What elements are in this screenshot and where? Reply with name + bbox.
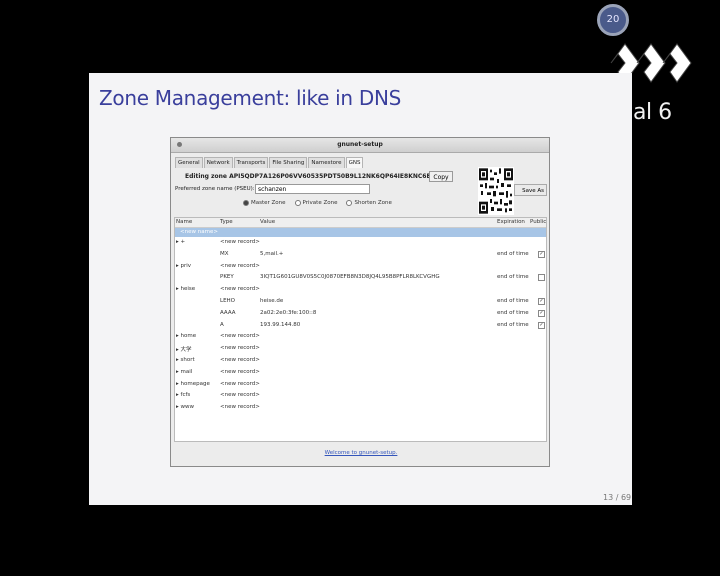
record-type: <new record> [220,286,260,293]
column-header-expiration[interactable]: Expiration [497,219,525,225]
tab-gns[interactable]: GNS [345,157,364,168]
records-table: Name Type Value Expiration Public <new n… [174,217,547,442]
table-row[interactable]: ▸ + <new record> [175,237,546,249]
qr-code-icon [478,167,514,215]
tab-general[interactable]: General [175,157,203,168]
public-checkbox[interactable]: ✓ [538,250,545,258]
table-row[interactable]: A 193.99.144.80 end of time ✓ [175,320,546,332]
column-header-value[interactable]: Value [260,219,275,225]
radio-unselected-icon [346,200,353,206]
public-checkbox[interactable]: ✓ [538,321,545,329]
table-row[interactable]: ▸ homepage <new record> [175,379,546,391]
table-header: Name Type Value Expiration Public [175,218,546,228]
table-row[interactable]: ▸ 大学 <new record> [175,343,546,355]
record-value: 5,mail.+ [260,250,284,257]
record-value: 3IQT1G601GU8V0S5C0J0870EFB8N3D8JQ4L95B8P… [260,274,440,281]
radio-private-zone[interactable]: Private Zone [294,200,338,206]
record-expiration: end of time [497,250,529,257]
record-value: heise.de [260,297,284,304]
window-titlebar: gnunet-setup [171,138,549,153]
record-type: AAAA [220,309,236,316]
table-row[interactable]: ▸ priv <new record> [175,261,546,273]
save-as-button[interactable]: Save As [514,184,547,196]
record-name: ▸ www [176,404,195,411]
radio-shorten-zone[interactable]: Shorten Zone [346,200,392,206]
record-name: ▸ priv [176,262,192,269]
radio-unselected-icon [294,200,301,206]
table-row[interactable]: <new name> [175,228,546,237]
radio-selected-icon [243,200,249,206]
record-name: ▸ heise [176,286,196,293]
record-name: ▸ mail [176,368,193,375]
slide-title: Zone Management: like in DNS [99,86,402,110]
record-type: <new record> [220,356,260,363]
record-name: ▸ fcfs [176,392,191,399]
record-type: A [220,321,224,328]
radio-label: Shorten Zone [354,200,392,206]
record-type: <new record> [220,333,260,340]
record-type: <new record> [220,368,260,375]
table-body: <new name> ▸ + <new record> MX 5,mail.+ end o… [175,228,546,414]
public-checkbox[interactable] [538,274,545,282]
radio-master-zone[interactable]: Master Zone [243,200,286,206]
radio-label: Master Zone [251,200,286,206]
record-type: <new record> [220,262,260,269]
status-link[interactable]: Welcome to gnunet-setup. [171,450,551,456]
pseu-input[interactable]: schanzen [255,184,370,194]
tab-network[interactable]: Network [203,157,233,168]
radio-label: Private Zone [302,200,338,206]
record-type: <new record> [220,239,260,245]
record-type: PKEY [220,274,234,281]
public-checkbox[interactable]: ✓ [538,297,545,305]
record-name: ▸ homepage [176,380,210,387]
tab-namestore[interactable]: Namestore [308,157,345,168]
record-expiration: end of time [497,321,529,328]
record-type: <new record> [220,392,260,399]
record-expiration: end of time [497,297,529,304]
public-checkbox[interactable]: ✓ [538,309,545,317]
window-menu-icon[interactable] [177,142,182,147]
table-row[interactable]: ▸ short <new record> [175,355,546,367]
record-value: 2a02:2e0:3fe:100::8 [260,309,317,316]
record-type: <new record> [220,404,260,411]
window-title: gnunet-setup [337,141,383,148]
record-name: ▸ 大学 [176,347,192,354]
table-row[interactable]: ▸ mail <new record> [175,367,546,379]
record-expiration: end of time [497,274,529,281]
slide-page-number: 13 / 69 [603,493,632,502]
record-type: <new record> [220,380,260,387]
column-header-public[interactable]: Public [530,219,546,225]
copy-button[interactable]: Copy [429,171,453,182]
table-row[interactable]: MX 5,mail.+ end of time ✓ [175,249,546,261]
table-row[interactable]: ▸ heise <new record> [175,284,546,296]
editing-zone-label: Editing zone API5QDP7A126P06VV60535PDT50… [185,173,453,180]
table-row[interactable]: AAAA 2a02:2e0:3fe:100::8 end of time ✓ [175,308,546,320]
table-row[interactable]: ▸ fcfs <new record> [175,390,546,402]
record-name: ▸ home [176,333,197,340]
record-name: <new name> [180,229,218,235]
column-header-type[interactable]: Type [220,219,233,225]
table-row[interactable]: LEHO heise.de end of time ✓ [175,296,546,308]
zone-type-radios: Master Zone Private Zone Shorten Zone [243,200,401,206]
record-value: 193.99.144.80 [260,321,301,328]
gnunet-setup-window: gnunet-setup General Network Transports … [170,137,550,467]
table-row[interactable]: PKEY 3IQT1G601GU8V0S5C0J0870EFB8N3D8JQ4L9… [175,272,546,284]
tab-transports[interactable]: Transports [233,157,269,168]
pseu-label: Preferred zone name (PSEU): [175,186,255,192]
column-header-name[interactable]: Name [176,219,192,225]
table-row[interactable]: ▸ home <new record> [175,331,546,343]
record-type: LEHO [220,297,236,304]
record-expiration: end of time [497,309,529,316]
record-name: ▸ + [176,239,186,245]
tab-bar: General Network Transports File Sharing … [175,157,364,168]
table-row[interactable]: ▸ www <new record> [175,402,546,414]
record-type: <new record> [220,345,260,352]
tab-file-sharing[interactable]: File Sharing [269,157,308,168]
record-name: ▸ short [176,356,195,363]
record-type: MX [220,250,229,257]
